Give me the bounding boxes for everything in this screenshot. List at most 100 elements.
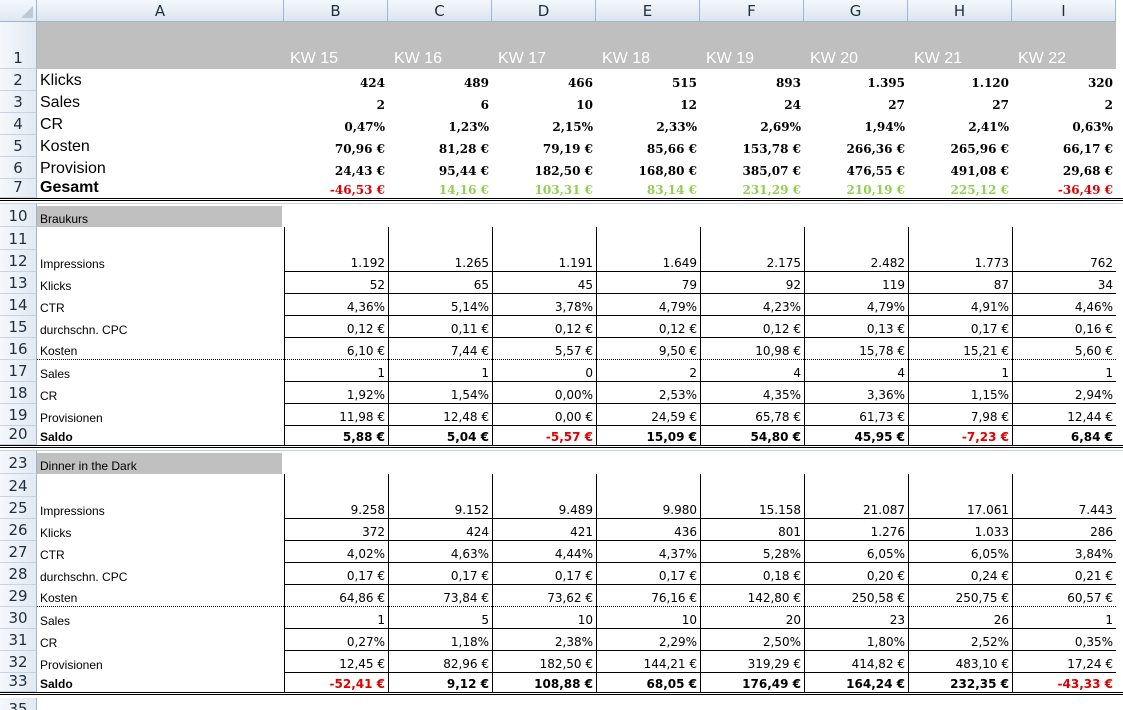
data-cell-15-2[interactable]: 0,11 € xyxy=(388,316,492,338)
summary-label-5[interactable]: Kosten xyxy=(37,135,284,157)
blank-cell-11-8[interactable] xyxy=(1012,227,1116,250)
data-cell-15-6[interactable]: 0,13 € xyxy=(804,316,908,338)
data-cell-31-3[interactable]: 2,38% xyxy=(492,629,596,651)
blank-cell-11[interactable] xyxy=(37,227,284,250)
section-title-blank-23-6[interactable] xyxy=(804,451,908,474)
row-header-19[interactable]: 19 xyxy=(0,404,37,426)
row-label-29[interactable]: Kosten xyxy=(37,585,284,607)
row-header-20[interactable]: 20 xyxy=(0,425,37,445)
row-header-6[interactable]: 6 xyxy=(0,157,37,179)
data-cell-14-8[interactable]: 4,46% xyxy=(1012,294,1116,316)
summary-cell-4-4[interactable]: 2,33% xyxy=(596,113,700,135)
summary-label-7[interactable]: Gesamt xyxy=(37,179,284,198)
row-label-32[interactable]: Provisionen xyxy=(37,651,284,673)
data-cell-29-7[interactable]: 250,75 € xyxy=(908,585,1012,607)
data-cell-26-4[interactable]: 436 xyxy=(596,519,700,541)
data-cell-15-1[interactable]: 0,12 € xyxy=(284,316,388,338)
data-cell-33-3[interactable]: 108,88 € xyxy=(492,673,596,692)
column-header-f[interactable]: F xyxy=(700,0,804,22)
summary-cell-4-3[interactable]: 2,15% xyxy=(492,113,596,135)
data-cell-29-3[interactable]: 73,62 € xyxy=(492,585,596,607)
row-label-19[interactable]: Provisionen xyxy=(37,404,284,426)
data-cell-32-3[interactable]: 182,50 € xyxy=(492,651,596,673)
data-cell-13-4[interactable]: 79 xyxy=(596,272,700,294)
summary-cell-6-7[interactable]: 491,08 € xyxy=(908,157,1012,179)
summary-cell-2-8[interactable]: 320 xyxy=(1012,69,1116,91)
column-header-i[interactable]: I xyxy=(1012,0,1116,22)
summary-cell-4-6[interactable]: 1,94% xyxy=(804,113,908,135)
data-cell-17-3[interactable]: 0 xyxy=(492,360,596,382)
data-cell-13-5[interactable]: 92 xyxy=(700,272,804,294)
data-cell-18-8[interactable]: 2,94% xyxy=(1012,382,1116,404)
week-header-6[interactable]: KW 20 xyxy=(804,22,908,69)
blank-cell-24-3[interactable] xyxy=(492,474,596,497)
blank-cell-24-1[interactable] xyxy=(284,474,388,497)
row-header-18[interactable]: 18 xyxy=(0,382,37,404)
section-title-blank-23-8[interactable] xyxy=(1012,451,1116,474)
row-header-26[interactable]: 26 xyxy=(0,519,37,541)
data-cell-12-1[interactable]: 1.192 xyxy=(284,250,388,272)
section-title-blank-23-1[interactable] xyxy=(284,451,388,474)
summary-cell-5-5[interactable]: 153,78 € xyxy=(700,135,804,157)
data-cell-33-6[interactable]: 164,24 € xyxy=(804,673,908,692)
row-label-28[interactable]: durchschn. CPC xyxy=(37,563,284,585)
data-cell-17-2[interactable]: 1 xyxy=(388,360,492,382)
data-cell-18-1[interactable]: 1,92% xyxy=(284,382,388,404)
summary-cell-3-5[interactable]: 24 xyxy=(700,91,804,113)
data-cell-13-1[interactable]: 52 xyxy=(284,272,388,294)
row-header-28[interactable]: 28 xyxy=(0,563,37,585)
data-cell-17-1[interactable]: 1 xyxy=(284,360,388,382)
data-cell-14-5[interactable]: 4,23% xyxy=(700,294,804,316)
data-cell-31-4[interactable]: 2,29% xyxy=(596,629,700,651)
data-cell-31-2[interactable]: 1,18% xyxy=(388,629,492,651)
data-cell-12-3[interactable]: 1.191 xyxy=(492,250,596,272)
data-cell-27-6[interactable]: 6,05% xyxy=(804,541,908,563)
data-cell-27-3[interactable]: 4,44% xyxy=(492,541,596,563)
data-cell-32-2[interactable]: 82,96 € xyxy=(388,651,492,673)
summary-cell-6-3[interactable]: 182,50 € xyxy=(492,157,596,179)
data-cell-30-1[interactable]: 1 xyxy=(284,607,388,629)
summary-cell-5-2[interactable]: 81,28 € xyxy=(388,135,492,157)
column-header-d[interactable]: D xyxy=(492,0,596,22)
row-header-1[interactable]: 1 xyxy=(0,22,37,69)
summary-cell-4-5[interactable]: 2,69% xyxy=(700,113,804,135)
row-header-4[interactable]: 4 xyxy=(0,113,37,135)
data-cell-28-5[interactable]: 0,18 € xyxy=(700,563,804,585)
data-cell-20-7[interactable]: -7,23 € xyxy=(908,426,1012,445)
row-label-14[interactable]: CTR xyxy=(37,294,284,316)
data-cell-27-5[interactable]: 5,28% xyxy=(700,541,804,563)
week-header-5[interactable]: KW 19 xyxy=(700,22,804,69)
data-cell-29-5[interactable]: 142,80 € xyxy=(700,585,804,607)
data-cell-12-2[interactable]: 1.265 xyxy=(388,250,492,272)
data-cell-13-2[interactable]: 65 xyxy=(388,272,492,294)
summary-label-2[interactable]: Klicks xyxy=(37,69,284,91)
data-cell-25-3[interactable]: 9.489 xyxy=(492,497,596,519)
column-header-h[interactable]: H xyxy=(908,0,1012,22)
summary-label-3[interactable]: Sales xyxy=(37,91,284,113)
data-cell-17-5[interactable]: 4 xyxy=(700,360,804,382)
summary-cell-7-6[interactable]: 210,19 € xyxy=(804,179,908,198)
data-cell-20-6[interactable]: 45,95 € xyxy=(804,426,908,445)
summary-cell-3-3[interactable]: 10 xyxy=(492,91,596,113)
data-cell-12-5[interactable]: 2.175 xyxy=(700,250,804,272)
row-header-2[interactable]: 2 xyxy=(0,69,37,91)
data-cell-19-2[interactable]: 12,48 € xyxy=(388,404,492,426)
summary-cell-6-8[interactable]: 29,68 € xyxy=(1012,157,1116,179)
data-cell-32-8[interactable]: 17,24 € xyxy=(1012,651,1116,673)
data-cell-18-3[interactable]: 0,00% xyxy=(492,382,596,404)
data-cell-33-1[interactable]: -52,41 € xyxy=(284,673,388,692)
summary-cell-4-1[interactable]: 0,47% xyxy=(284,113,388,135)
blank-cell-24-6[interactable] xyxy=(804,474,908,497)
row-header-33[interactable]: 33 xyxy=(0,672,37,692)
data-cell-13-8[interactable]: 34 xyxy=(1012,272,1116,294)
summary-cell-4-7[interactable]: 2,41% xyxy=(908,113,1012,135)
data-cell-20-5[interactable]: 54,80 € xyxy=(700,426,804,445)
data-cell-17-6[interactable]: 4 xyxy=(804,360,908,382)
data-cell-31-6[interactable]: 1,80% xyxy=(804,629,908,651)
column-header-e[interactable]: E xyxy=(596,0,700,22)
summary-cell-3-8[interactable]: 2 xyxy=(1012,91,1116,113)
data-cell-33-4[interactable]: 68,05 € xyxy=(596,673,700,692)
data-cell-25-8[interactable]: 7.443 xyxy=(1012,497,1116,519)
row-label-18[interactable]: CR xyxy=(37,382,284,404)
data-cell-28-2[interactable]: 0,17 € xyxy=(388,563,492,585)
